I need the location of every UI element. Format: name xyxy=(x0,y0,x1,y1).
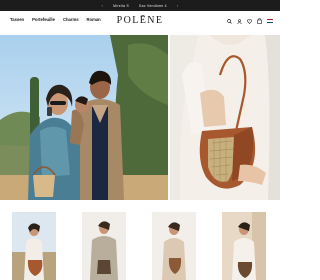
product-thumbnails xyxy=(0,212,280,280)
hero-banner[interactable] xyxy=(0,35,280,200)
main-navigation: Tassen Portefeuille Charms Roman POLĒNE xyxy=(0,11,280,31)
page: ‹ Mirella S Sac Vendôme 4 › Tassen Porte… xyxy=(0,0,280,280)
hero-image-bag-model[interactable] xyxy=(170,35,280,200)
nav-actions xyxy=(227,18,273,24)
search-icon[interactable] xyxy=(227,18,232,24)
hero-image-couple[interactable] xyxy=(0,35,168,200)
product-thumbnail[interactable] xyxy=(152,212,196,280)
chevron-left-icon[interactable]: ‹ xyxy=(101,3,103,8)
promo-message[interactable]: Mirella S xyxy=(113,4,129,8)
bag-icon[interactable] xyxy=(257,18,262,24)
chevron-right-icon[interactable]: › xyxy=(177,3,179,8)
product-thumbnail[interactable] xyxy=(82,212,126,280)
promo-message-2[interactable]: Sac Vendôme 4 xyxy=(139,4,167,8)
heart-icon[interactable] xyxy=(247,18,252,24)
promo-bar: ‹ Mirella S Sac Vendôme 4 › xyxy=(0,0,280,11)
product-thumbnail[interactable] xyxy=(12,212,56,280)
flag-icon[interactable] xyxy=(267,19,273,23)
user-icon[interactable] xyxy=(237,18,242,24)
product-thumbnail[interactable] xyxy=(222,212,266,280)
